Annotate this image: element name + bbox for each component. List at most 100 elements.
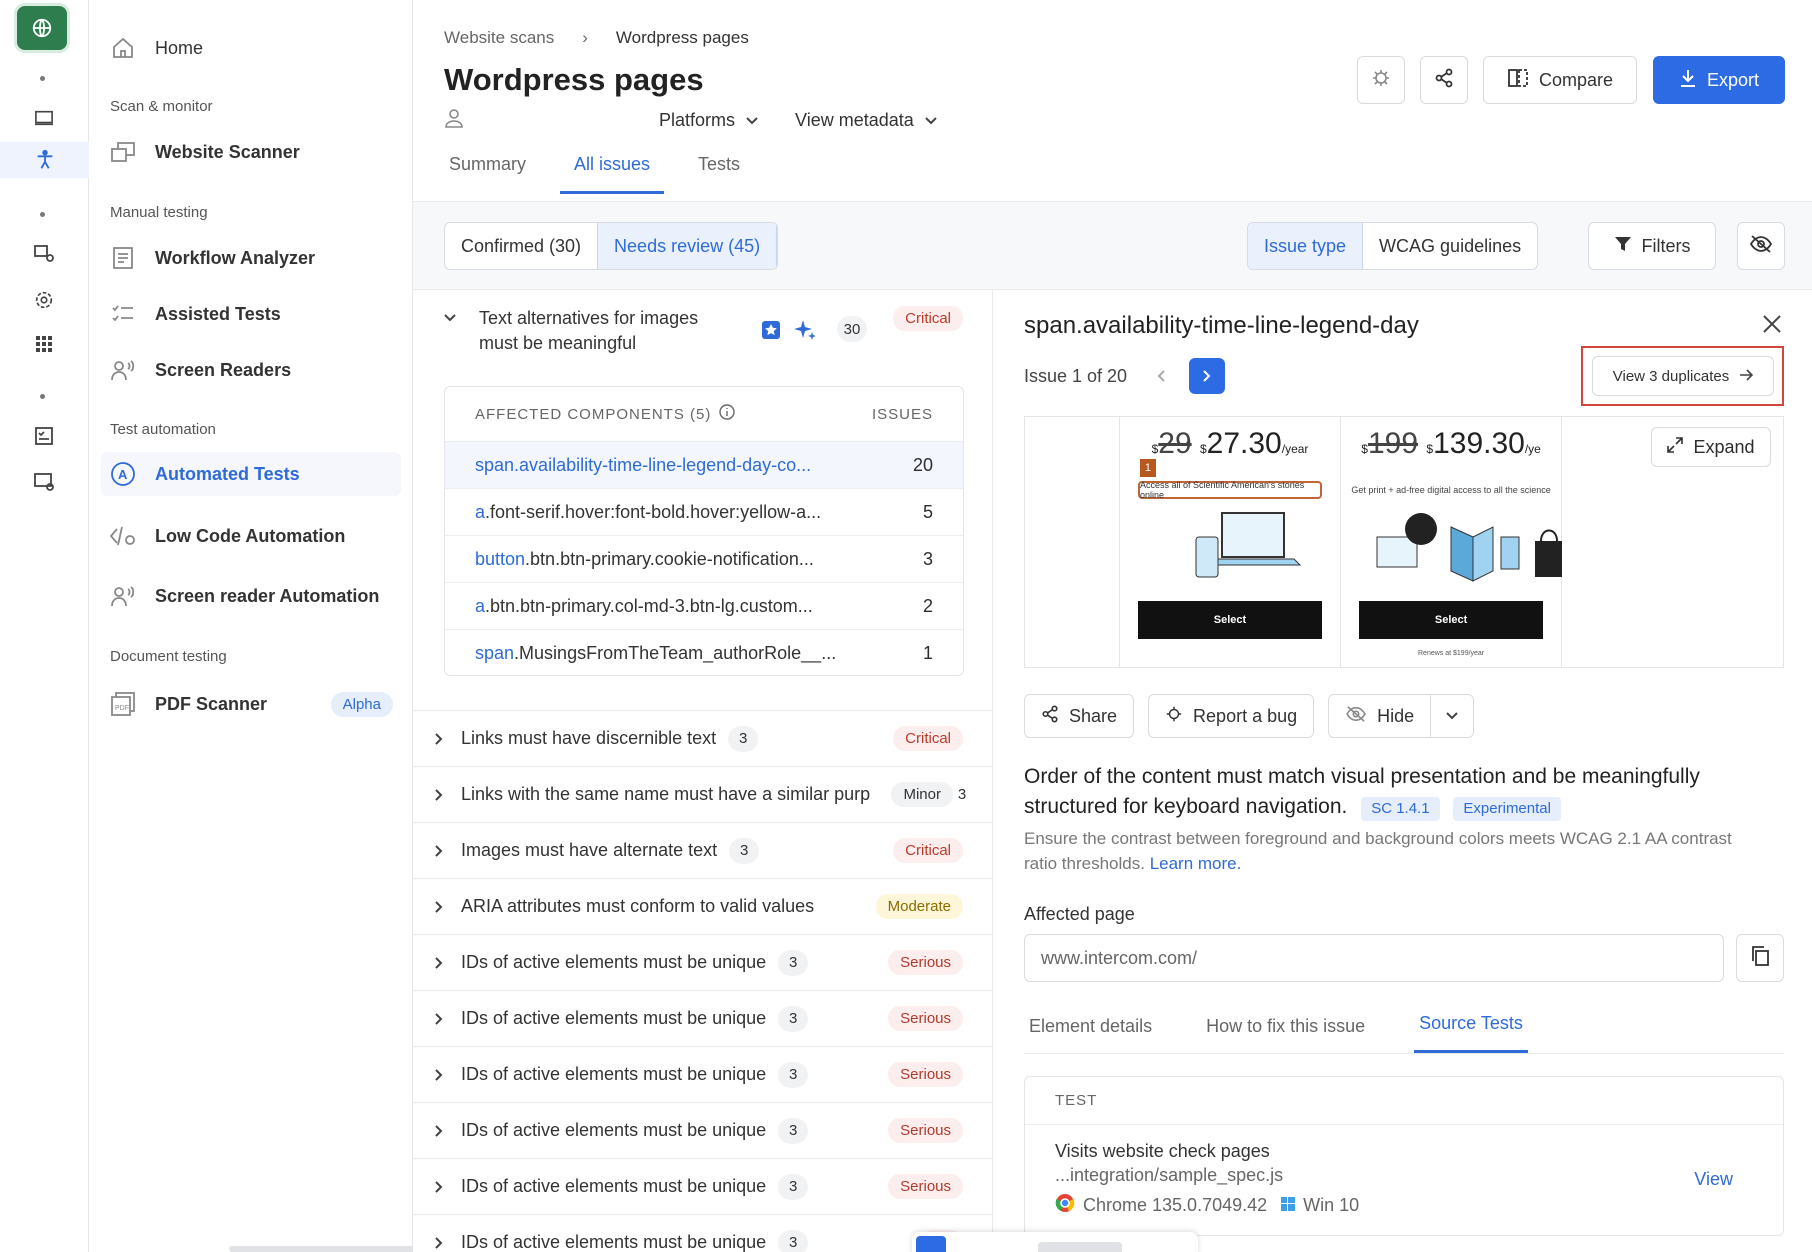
chevron-right-icon[interactable] xyxy=(417,1124,461,1138)
issue-row[interactable]: IDs of active elements must be unique 3 Se… xyxy=(413,990,992,1046)
detail-title: span.availability-time-line-legend-day xyxy=(1024,312,1419,339)
nav-item-home[interactable]: Home xyxy=(101,26,401,70)
image-settings-icon[interactable] xyxy=(24,464,64,500)
expand-button[interactable]: Expand xyxy=(1651,427,1771,467)
component-row[interactable]: a.btn.btn-primary.col-md-3.btn-lg.custom… xyxy=(445,582,963,629)
pager-label: Issue 1 of 20 xyxy=(1024,365,1128,386)
view-test-link[interactable]: View xyxy=(1694,1169,1733,1190)
issue-row[interactable]: IDs of active elements must be unique3Se xyxy=(413,1214,992,1252)
affected-page-label: Affected page xyxy=(1024,904,1135,924)
nav-item-website-scanner[interactable]: Website Scanner xyxy=(101,130,401,174)
export-button[interactable]: Export xyxy=(1653,56,1785,104)
nav-item-automated-tests[interactable]: A Automated Tests xyxy=(101,452,401,496)
view-metadata-dropdown[interactable]: View metadata xyxy=(795,110,938,131)
chevron-down-icon[interactable] xyxy=(1431,711,1473,721)
tab-source-tests[interactable]: Source Tests xyxy=(1414,1000,1528,1053)
chevron-right-icon[interactable] xyxy=(417,1068,461,1082)
alpha-badge: Alpha xyxy=(330,691,393,717)
needs-review-option[interactable]: Needs review (45) xyxy=(597,223,778,269)
checklist-icon[interactable] xyxy=(24,418,64,454)
chevron-down-icon[interactable] xyxy=(443,310,457,328)
hide-label: Hide xyxy=(1377,705,1415,726)
globe-icon[interactable] xyxy=(17,6,67,50)
nav-item-assisted-tests[interactable]: Assisted Tests xyxy=(101,292,401,336)
nav-item-screen-reader-automation[interactable]: Screen reader Automation xyxy=(101,574,401,618)
device-settings-icon[interactable] xyxy=(24,236,64,272)
sparkle-icon xyxy=(793,318,817,347)
chevron-right-icon[interactable] xyxy=(417,956,461,970)
chevron-right-icon[interactable] xyxy=(417,900,461,914)
laptop-illustration xyxy=(1195,512,1302,578)
tab-tests[interactable]: Tests xyxy=(684,148,754,194)
tab-summary[interactable]: Summary xyxy=(435,148,540,194)
chevron-right-icon[interactable] xyxy=(417,1180,461,1194)
gear-icon[interactable] xyxy=(24,282,64,318)
issue-row[interactable]: IDs of active elements must be unique 3 Se… xyxy=(413,1158,992,1214)
issue-title: IDs of active elements must be unique xyxy=(461,1064,767,1084)
issue-title[interactable]: Text alternatives for images must be mea… xyxy=(479,306,719,356)
platforms-dropdown[interactable]: Platforms xyxy=(659,110,759,131)
component-row[interactable]: a.font-serif.hover:font-bold.hover:yello… xyxy=(445,488,963,535)
chevron-right-icon[interactable] xyxy=(417,732,461,746)
component-issue-count: 5 xyxy=(922,501,933,522)
hide-toggle-button[interactable] xyxy=(1737,222,1785,270)
tab-how-to-fix[interactable]: How to fix this issue xyxy=(1201,1000,1370,1053)
issue-title: IDs of active elements must be unique xyxy=(461,1120,767,1140)
share-button[interactable] xyxy=(1420,56,1468,104)
component-class: .availability-time-line-legend-day-co... xyxy=(514,454,812,475)
tab-element-details[interactable]: Element details xyxy=(1024,1000,1157,1053)
issue-row[interactable]: IDs of active elements must be unique 3 Se… xyxy=(413,1102,992,1158)
os-version: Win 10 xyxy=(1303,1195,1360,1215)
chevron-right-icon[interactable] xyxy=(417,788,461,802)
learn-more-link[interactable]: Learn more. xyxy=(1150,854,1242,873)
chevron-right-icon[interactable] xyxy=(417,844,461,858)
issue-row[interactable]: Links must have discernible text 3 Critica… xyxy=(413,710,992,766)
monitor-icon[interactable] xyxy=(24,100,64,136)
issue-row[interactable]: IDs of active elements must be unique 3 Se… xyxy=(413,1046,992,1102)
old-price: 29 xyxy=(1158,427,1192,460)
bug-settings-button[interactable] xyxy=(1357,56,1405,104)
report-bug-button[interactable]: Report a bug xyxy=(1148,694,1315,738)
issue-row[interactable]: Images must have alternate text 3 Critical xyxy=(413,822,992,878)
download-icon xyxy=(1679,68,1697,93)
component-row[interactable]: span.MusingsFromTheTeam_authorRole__... … xyxy=(445,629,963,675)
info-icon[interactable] xyxy=(719,404,736,424)
issue-type-option[interactable]: Issue type xyxy=(1248,223,1364,269)
new-price: 139.30 xyxy=(1433,427,1525,460)
next-button[interactable] xyxy=(1189,358,1226,394)
toolbar-field[interactable] xyxy=(1038,1242,1122,1252)
filters-button[interactable]: Filters xyxy=(1588,222,1716,270)
view-duplicates-button[interactable]: View 3 duplicates xyxy=(1592,356,1774,396)
issue-row[interactable]: ARIA attributes must conform to valid va… xyxy=(413,878,992,934)
copy-button[interactable] xyxy=(1736,934,1784,982)
component-row[interactable]: button.btn.btn-primary.cookie-notificati… xyxy=(445,535,963,582)
share-issue-button[interactable]: Share xyxy=(1024,694,1135,738)
chevron-right-icon[interactable] xyxy=(417,1012,461,1026)
floating-toolbar[interactable] xyxy=(912,1232,1198,1252)
chevron-right-icon[interactable] xyxy=(417,1236,461,1250)
nav-item-pdf-scanner[interactable]: PDF PDF Scanner Alpha xyxy=(101,682,401,726)
issue-count: 3 xyxy=(778,1229,809,1252)
tab-all-issues[interactable]: All issues xyxy=(560,148,665,194)
issue-title: IDs of active elements must be unique xyxy=(461,1176,767,1196)
hide-button[interactable]: Hide xyxy=(1345,695,1432,737)
close-icon[interactable] xyxy=(1762,314,1782,339)
send-icon[interactable] xyxy=(916,1236,946,1252)
compare-button[interactable]: Compare xyxy=(1483,56,1637,104)
issue-row[interactable]: Links with the same name must have a sim… xyxy=(413,766,992,822)
component-row[interactable]: span.availability-time-line-legend-day-c… xyxy=(445,441,963,488)
grid-icon[interactable] xyxy=(24,326,64,362)
severity-badge: Serious xyxy=(888,1062,963,1087)
issue-row[interactable]: IDs of active elements must be unique 3 Se… xyxy=(413,934,992,990)
accessibility-icon[interactable] xyxy=(0,142,89,178)
breadcrumb-link[interactable]: Website scans xyxy=(444,28,554,48)
component-tag: span xyxy=(475,454,515,475)
nav-item-workflow-analyzer[interactable]: Workflow Analyzer xyxy=(101,236,401,280)
nav-item-low-code[interactable]: Low Code Automation xyxy=(101,514,401,558)
nav-item-screen-readers[interactable]: Screen Readers xyxy=(101,348,401,392)
affected-page-field[interactable] xyxy=(1024,934,1724,982)
prev-button[interactable] xyxy=(1143,358,1179,394)
wcag-option[interactable]: WCAG guidelines xyxy=(1363,223,1537,269)
user-icon[interactable] xyxy=(444,108,464,133)
confirmed-option[interactable]: Confirmed (30) xyxy=(445,223,597,269)
